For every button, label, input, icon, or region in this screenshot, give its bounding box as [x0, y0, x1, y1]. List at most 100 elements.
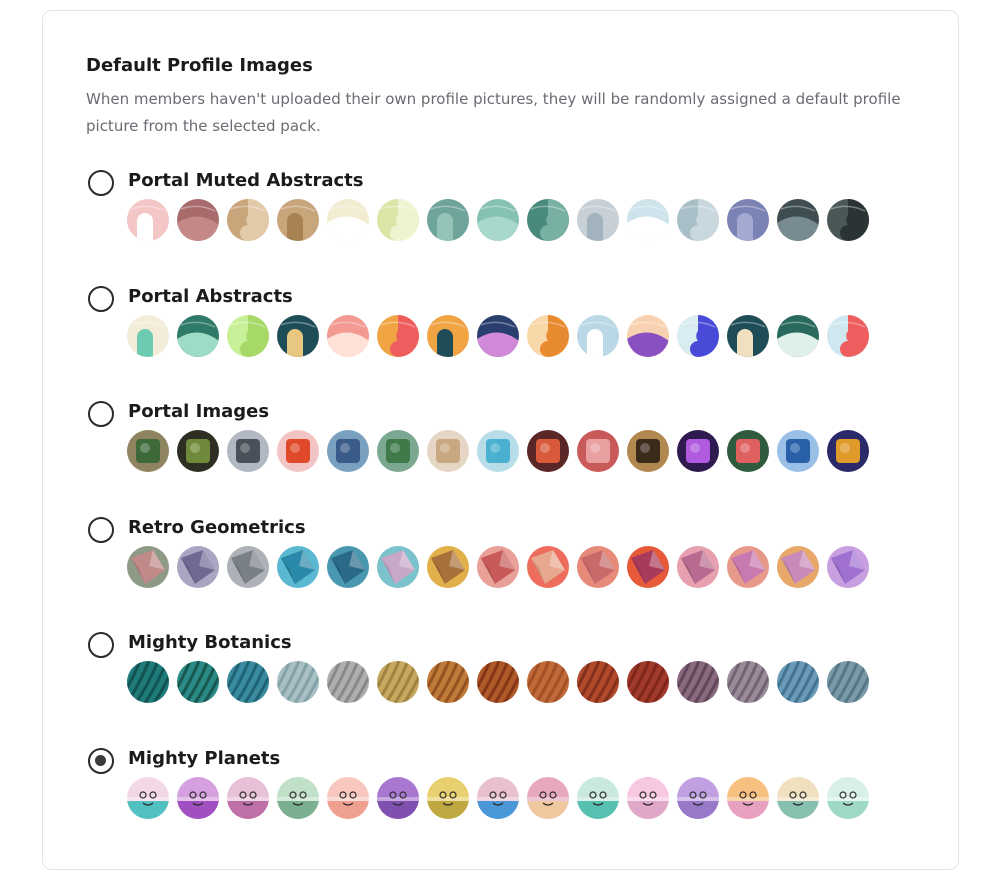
avatar-preview-row — [127, 545, 869, 588]
avatar-preview-image — [627, 199, 669, 241]
section-description: When members haven't uploaded their own … — [86, 90, 901, 135]
avatar-preview-image — [527, 199, 569, 241]
avatar-preview-image — [827, 545, 869, 588]
pack-name-label[interactable]: Retro Geometrics — [128, 517, 306, 539]
avatar-preview-image — [127, 545, 169, 588]
avatar-preview-image — [777, 430, 819, 472]
avatar-preview-image — [227, 314, 269, 357]
avatar-preview-image — [777, 776, 819, 819]
avatar-preview-image — [427, 314, 469, 357]
avatar-preview-row — [127, 314, 869, 357]
pack-radio-button[interactable] — [88, 401, 114, 427]
avatar-preview-image — [827, 314, 869, 357]
pack-radio-button[interactable] — [88, 747, 114, 774]
avatar-preview-row — [127, 776, 869, 819]
pack-radio-button[interactable] — [88, 170, 114, 196]
avatar-preview-image — [277, 661, 319, 703]
avatar-preview-image — [727, 199, 769, 241]
avatar-preview-image — [427, 199, 469, 241]
avatar-preview-image — [727, 545, 769, 588]
avatar-preview-image — [777, 199, 819, 241]
avatar-preview-image — [577, 314, 619, 357]
avatar-preview-image — [277, 430, 319, 472]
avatar-preview-image — [177, 314, 219, 357]
avatar-preview-image — [427, 661, 469, 703]
pack-radio-button[interactable] — [88, 516, 114, 543]
avatar-preview-image — [577, 199, 619, 241]
avatar-preview-image — [677, 776, 719, 819]
avatar-preview-image — [627, 430, 669, 472]
avatar-preview-image — [477, 199, 519, 241]
avatar-preview-image — [277, 776, 319, 819]
avatar-preview-image — [177, 776, 219, 819]
avatar-preview-image — [227, 430, 269, 472]
avatar-preview-image — [677, 314, 719, 357]
pack-radio-button[interactable] — [88, 632, 114, 658]
avatar-preview-image — [377, 430, 419, 472]
avatar-preview-image — [377, 199, 419, 241]
pack-name-label[interactable]: Portal Muted Abstracts — [128, 170, 363, 192]
pack-radio-button[interactable] — [88, 285, 114, 312]
avatar-preview-image — [277, 545, 319, 588]
avatar-preview-image — [377, 314, 419, 357]
avatar-preview-image — [127, 661, 169, 703]
avatar-preview-image — [727, 776, 769, 819]
avatar-preview-image — [777, 661, 819, 703]
avatar-preview-image — [727, 430, 769, 472]
avatar-preview-image — [577, 430, 619, 472]
avatar-preview-image — [177, 199, 219, 241]
avatar-preview-image — [327, 545, 369, 588]
avatar-preview-image — [227, 776, 269, 819]
avatar-preview-row — [127, 199, 869, 241]
avatar-preview-image — [727, 314, 769, 357]
avatar-preview-image — [377, 661, 419, 703]
avatar-preview-image — [327, 314, 369, 357]
avatar-preview-row — [127, 661, 869, 703]
avatar-preview-image — [277, 314, 319, 357]
avatar-preview-image — [527, 776, 569, 819]
avatar-preview-image — [477, 661, 519, 703]
avatar-preview-image — [327, 776, 369, 819]
avatar-preview-image — [427, 545, 469, 588]
avatar-preview-image — [477, 314, 519, 357]
avatar-preview-image — [477, 430, 519, 472]
avatar-preview-image — [827, 199, 869, 241]
avatar-preview-image — [177, 661, 219, 703]
avatar-preview-image — [127, 199, 169, 241]
avatar-preview-image — [577, 776, 619, 819]
avatar-preview-image — [527, 661, 569, 703]
avatar-preview-image — [627, 314, 669, 357]
pack-name-label[interactable]: Portal Images — [128, 401, 269, 423]
avatar-preview-image — [527, 545, 569, 588]
avatar-preview-image — [377, 776, 419, 819]
avatar-preview-row — [127, 430, 869, 472]
avatar-preview-image — [327, 661, 369, 703]
avatar-preview-image — [227, 661, 269, 703]
avatar-preview-image — [577, 661, 619, 703]
pack-name-label[interactable]: Portal Abstracts — [128, 286, 293, 308]
avatar-preview-image — [677, 545, 719, 588]
avatar-preview-image — [127, 314, 169, 357]
avatar-preview-image — [627, 545, 669, 588]
avatar-preview-image — [477, 776, 519, 819]
avatar-preview-image — [227, 199, 269, 241]
avatar-preview-image — [177, 545, 219, 588]
avatar-preview-image — [777, 314, 819, 357]
avatar-preview-image — [627, 661, 669, 703]
avatar-preview-image — [527, 430, 569, 472]
avatar-preview-image — [827, 776, 869, 819]
pack-name-label[interactable]: Mighty Botanics — [128, 632, 292, 654]
avatar-preview-image — [577, 545, 619, 588]
avatar-preview-image — [677, 430, 719, 472]
avatar-preview-image — [377, 545, 419, 588]
avatar-preview-image — [127, 776, 169, 819]
pack-name-label[interactable]: Mighty Planets — [128, 748, 280, 770]
avatar-preview-image — [677, 661, 719, 703]
avatar-preview-image — [327, 430, 369, 472]
avatar-preview-image — [177, 430, 219, 472]
section-title: Default Profile Images — [86, 55, 313, 76]
avatar-preview-image — [427, 430, 469, 472]
avatar-preview-image — [277, 199, 319, 241]
radio-selected-dot — [95, 754, 106, 766]
avatar-preview-image — [677, 199, 719, 241]
